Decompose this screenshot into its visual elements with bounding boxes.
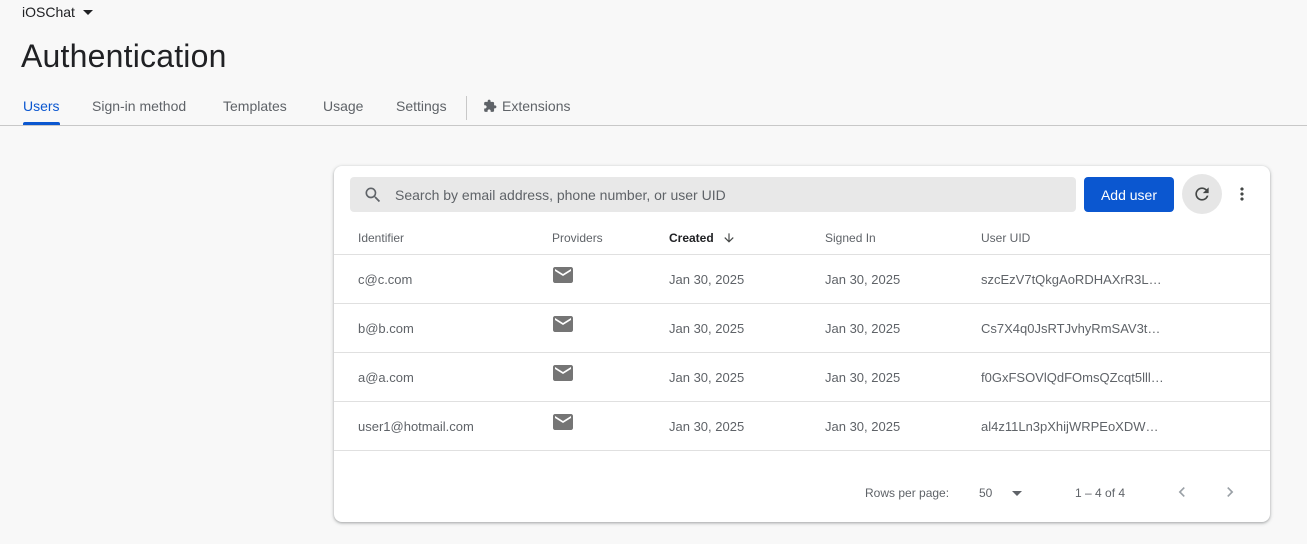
add-user-button[interactable]: Add user (1084, 177, 1174, 212)
pagination-footer: Rows per page: 50 1 – 4 of 4 (334, 472, 1270, 512)
table-header: Identifier Providers Created Signed In U… (334, 222, 1270, 255)
previous-page-button[interactable] (1168, 478, 1196, 506)
users-card: Add user Identifier Providers Created Si… (334, 166, 1270, 522)
cell-created: Jan 30, 2025 (669, 321, 745, 336)
project-name: iOSChat (22, 4, 75, 20)
project-selector[interactable]: iOSChat (22, 4, 93, 20)
email-icon (553, 267, 573, 283)
cell-user-uid: al4z11Ln3pXhijWRPEoXDWQi… (981, 419, 1165, 434)
active-tab-indicator (23, 122, 60, 125)
page-title: Authentication (21, 38, 227, 74)
tab-usage[interactable]: Usage (323, 98, 363, 114)
caret-down-icon (1012, 491, 1023, 496)
tab-settings[interactable]: Settings (396, 98, 447, 114)
table-row[interactable]: b@b.com Jan 30, 2025 Jan 30, 2025 Cs7X4q… (334, 304, 1270, 353)
tab-templates[interactable]: Templates (223, 98, 287, 114)
table-row[interactable]: a@a.com Jan 30, 2025 Jan 30, 2025 f0GxFS… (334, 353, 1270, 402)
refresh-icon (1195, 187, 1209, 201)
tab-sign-in-method[interactable]: Sign-in method (92, 98, 186, 114)
tab-extensions[interactable]: Extensions (483, 98, 570, 114)
cell-identifier: c@c.com (358, 272, 413, 287)
email-icon (553, 414, 573, 430)
cell-signed-in: Jan 30, 2025 (825, 419, 901, 434)
cell-user-uid: szcEzV7tQkgAoRDHAXrR3Lsk… (981, 272, 1165, 287)
cell-signed-in: Jan 30, 2025 (825, 272, 901, 287)
tab-divider (466, 96, 467, 120)
email-icon (553, 365, 573, 381)
more-options-button[interactable] (1228, 174, 1256, 214)
cell-identifier: b@b.com (358, 321, 414, 336)
rows-per-page-label: Rows per page: (865, 486, 950, 500)
refresh-button[interactable] (1182, 174, 1222, 214)
column-header-created[interactable]: Created (669, 231, 736, 245)
tab-bar: Users Sign-in method Templates Usage Set… (0, 88, 1307, 126)
search-input[interactable] (393, 185, 1037, 204)
column-header-signed-in: Signed In (825, 231, 876, 245)
cell-user-uid: Cs7X4q0JsRTJvhyRmSAV3t78… (981, 321, 1165, 336)
extensions-icon (484, 99, 497, 112)
chevron-left-icon (1178, 487, 1185, 497)
email-icon (553, 316, 573, 332)
pagination-range: 1 – 4 of 4 (1075, 486, 1126, 500)
rows-per-page-select[interactable]: 50 (979, 483, 1027, 503)
column-header-created-label: Created (669, 231, 714, 245)
more-vert-icon (1240, 187, 1244, 201)
search-icon (365, 187, 381, 202)
cell-identifier: a@a.com (358, 370, 414, 385)
next-page-button[interactable] (1216, 478, 1244, 506)
cell-user-uid: f0GxFSOVlQdFOmsQZcqt5lllp… (981, 370, 1165, 385)
table-row[interactable]: c@c.com Jan 30, 2025 Jan 30, 2025 szcEzV… (334, 255, 1270, 304)
column-header-identifier: Identifier (358, 231, 405, 245)
cell-created: Jan 30, 2025 (669, 370, 745, 385)
cell-signed-in: Jan 30, 2025 (825, 370, 901, 385)
cell-created: Jan 30, 2025 (669, 419, 745, 434)
column-header-user-uid: User UID (981, 231, 1031, 245)
caret-down-icon (82, 10, 93, 15)
search-box[interactable] (350, 177, 1076, 212)
tab-extensions-label: Extensions (502, 98, 571, 114)
chevron-right-icon (1227, 487, 1234, 497)
tab-users[interactable]: Users (23, 98, 60, 114)
cell-created: Jan 30, 2025 (669, 272, 745, 287)
cell-identifier: user1@hotmail.com (358, 419, 474, 434)
cell-signed-in: Jan 30, 2025 (825, 321, 901, 336)
column-header-providers: Providers (552, 231, 603, 245)
table-row[interactable]: user1@hotmail.com Jan 30, 2025 Jan 30, 2… (334, 402, 1270, 451)
arrow-down-icon (724, 233, 734, 243)
rows-per-page-value: 50 (979, 486, 993, 500)
